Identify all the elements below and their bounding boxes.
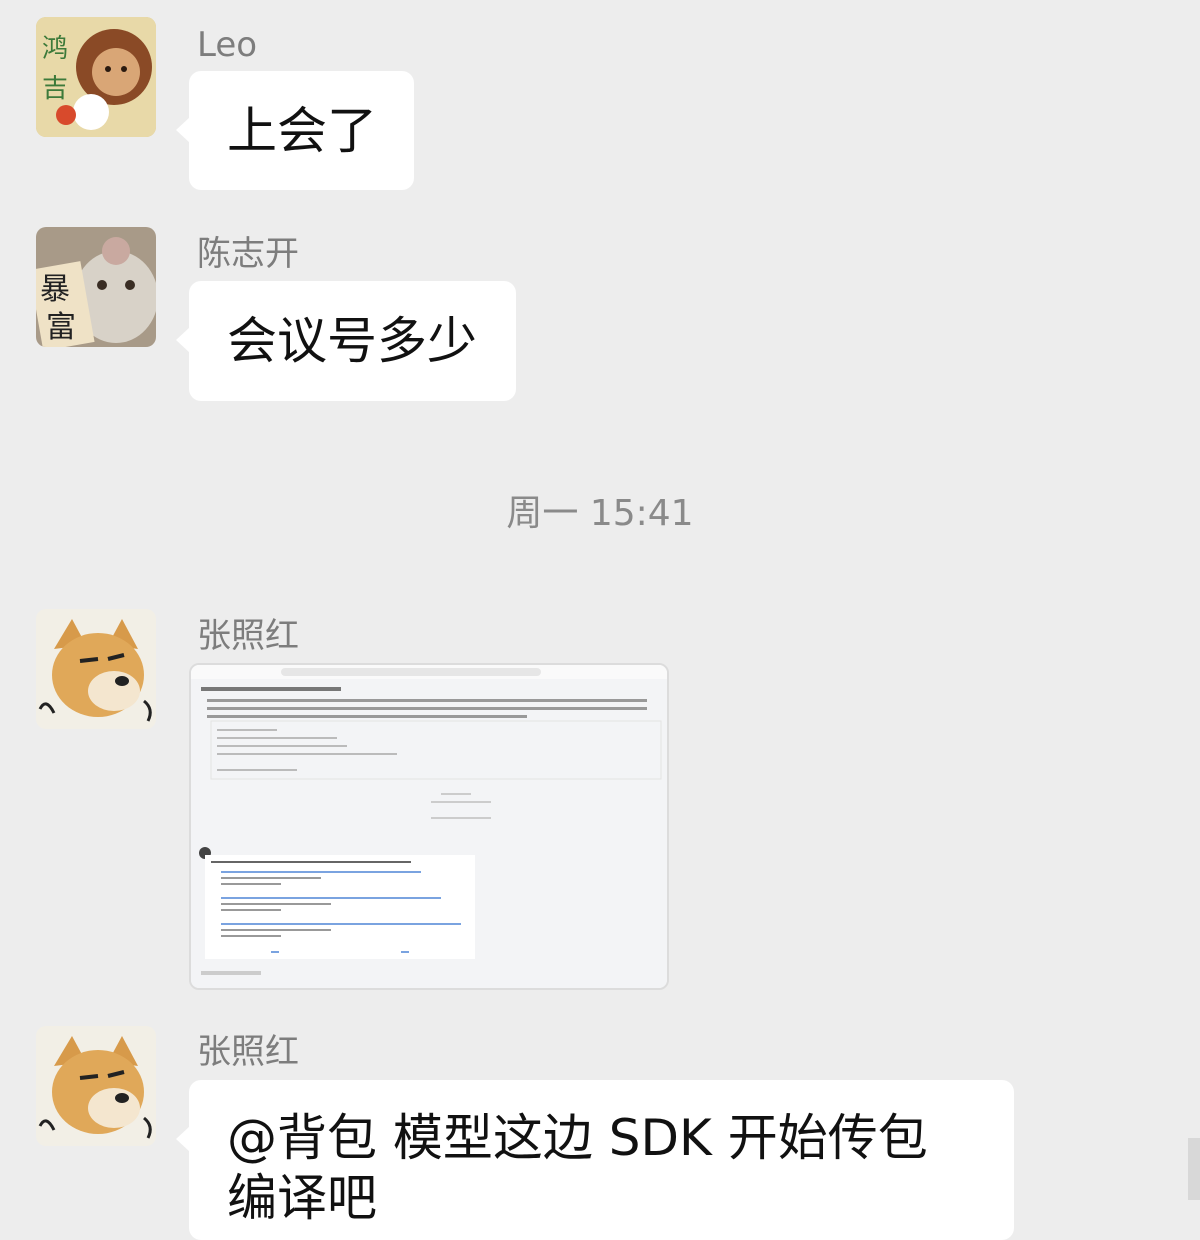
svg-text:暴: 暴 — [40, 272, 70, 307]
avatar-zhang[interactable] — [36, 609, 156, 729]
avatar-zhang[interactable] — [36, 1026, 156, 1146]
cat-avatar-icon: 暴 富 — [36, 227, 156, 347]
sender-name: 张照红 — [197, 1032, 299, 1072]
message-bubble[interactable]: 上会了 — [176, 71, 414, 190]
sender-name: Leo — [197, 25, 258, 65]
avatar-chen[interactable]: 暴 富 — [36, 227, 156, 347]
svg-text:鸿: 鸿 — [42, 34, 68, 64]
svg-text:富: 富 — [46, 310, 76, 345]
svg-text:吉: 吉 — [42, 74, 68, 104]
message-bubble[interactable]: 会议号多少 — [176, 281, 516, 401]
timestamp: 周一 15:41 — [506, 493, 694, 534]
sender-name: 陈志开 — [197, 234, 299, 274]
doge-avatar-icon — [36, 609, 156, 729]
message-text: @背包 模型这边 SDK 开始传包编译吧 — [227, 1109, 928, 1227]
screenshot-thumbnail — [191, 665, 667, 988]
message-text: 会议号多少 — [227, 312, 477, 370]
message-text: 上会了 — [227, 102, 377, 160]
avatar-leo[interactable]: 鸿 吉 — [36, 17, 156, 137]
message-bubble[interactable]: @背包 模型这边 SDK 开始传包编译吧 — [176, 1080, 1014, 1240]
doge-avatar-icon — [36, 1026, 156, 1146]
screenshot-image[interactable] — [189, 663, 669, 990]
monkey-avatar-icon: 鸿 吉 — [36, 17, 156, 137]
scrollbar[interactable] — [1188, 1138, 1200, 1200]
sender-name: 张照红 — [197, 616, 299, 656]
